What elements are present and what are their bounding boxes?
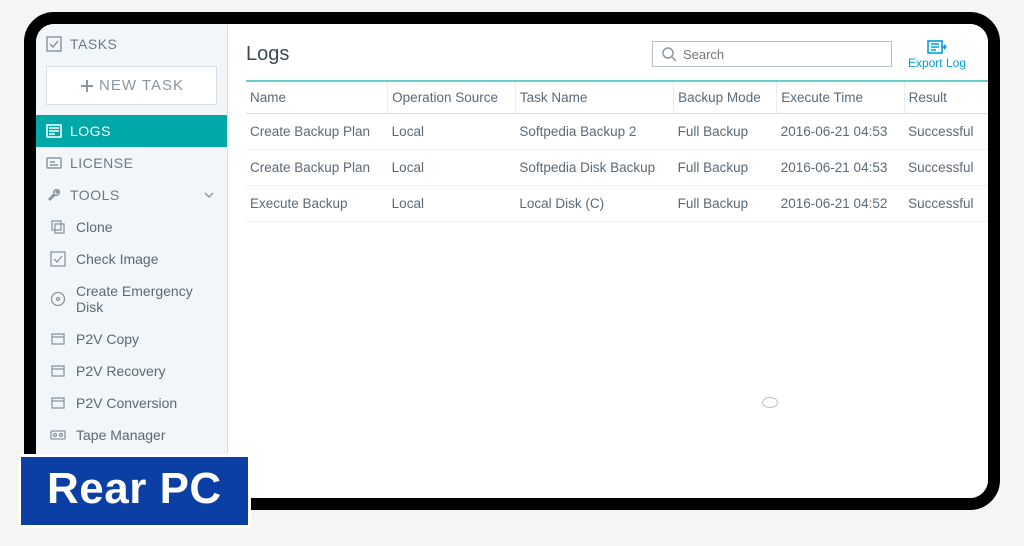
box-icon (50, 363, 66, 379)
check-icon (50, 251, 66, 267)
cell-task: Softpedia Disk Backup (515, 150, 673, 186)
list-icon (46, 123, 62, 139)
checklist-icon (46, 36, 62, 52)
new-task-label: NEW TASK (99, 77, 184, 94)
cell-time: 2016-06-21 04:53 (777, 150, 904, 186)
box-icon (50, 331, 66, 347)
sidebar-item-label: Clone (76, 219, 113, 235)
cell-time: 2016-06-21 04:53 (777, 114, 904, 150)
license-icon (46, 155, 62, 171)
column-header-execute-time[interactable]: Execute Time (777, 81, 904, 114)
device-frame: TASKS NEW TASK LOGS LICENSE (24, 12, 1000, 510)
sidebar-section-tools[interactable]: TOOLS (36, 179, 227, 211)
box-icon (50, 395, 66, 411)
tape-icon (50, 427, 66, 443)
clone-icon (50, 219, 66, 235)
sidebar-logs-label: LOGS (70, 123, 111, 139)
export-icon (927, 38, 947, 56)
search-icon (661, 46, 677, 62)
cell-task: Local Disk (C) (515, 186, 673, 222)
main-panel: Logs Export Log (228, 24, 988, 498)
sidebar-item-label: P2V Copy (76, 331, 139, 347)
sidebar-item-p2v-recovery[interactable]: P2V Recovery (36, 355, 227, 387)
cell-source: Local (388, 150, 516, 186)
cell-result: Successful (904, 186, 988, 222)
cell-mode: Full Backup (674, 150, 777, 186)
search-box[interactable] (652, 41, 892, 67)
cell-time: 2016-06-21 04:52 (777, 186, 904, 222)
cell-name: Create Backup Plan (246, 150, 388, 186)
table-row[interactable]: Create Backup Plan Local Softpedia Disk … (246, 150, 988, 186)
export-log-label: Export Log (908, 56, 966, 70)
sidebar-section-tasks[interactable]: TASKS (36, 28, 227, 60)
new-task-button[interactable]: NEW TASK (46, 66, 217, 105)
sidebar-item-label: Create Emergency Disk (76, 283, 213, 315)
sidebar-section-logs[interactable]: LOGS (36, 115, 227, 147)
sidebar-item-p2v-conversion[interactable]: P2V Conversion (36, 387, 227, 419)
search-input[interactable] (683, 47, 883, 62)
cell-source: Local (388, 186, 516, 222)
watermark-badge: Rear PC (18, 454, 251, 528)
sidebar-item-label: P2V Conversion (76, 395, 177, 411)
sidebar-item-clone[interactable]: Clone (36, 211, 227, 243)
sidebar-item-tape-manager[interactable]: Tape Manager (36, 419, 227, 451)
main-header: Logs Export Log (228, 24, 988, 80)
sidebar-item-create-emergency-disk[interactable]: Create Emergency Disk (36, 275, 227, 323)
sidebar-item-check-image[interactable]: Check Image (36, 243, 227, 275)
logs-table: Name Operation Source Task Name Backup M… (228, 80, 988, 222)
export-log-button[interactable]: Export Log (904, 38, 970, 70)
cell-name: Create Backup Plan (246, 114, 388, 150)
table-row[interactable]: Execute Backup Local Local Disk (C) Full… (246, 186, 988, 222)
page-title: Logs (246, 43, 289, 66)
cell-result: Successful (904, 150, 988, 186)
cell-source: Local (388, 114, 516, 150)
cell-result: Successful (904, 114, 988, 150)
sidebar-tools-label: TOOLS (70, 187, 120, 203)
plus-icon (79, 78, 95, 94)
sidebar-item-p2v-copy[interactable]: P2V Copy (36, 323, 227, 355)
tools-submenu: Clone Check Image Create Emergency Disk … (36, 211, 227, 451)
sidebar-item-label: Check Image (76, 251, 158, 267)
wrench-icon (46, 187, 62, 203)
column-header-name[interactable]: Name (246, 81, 388, 114)
loading-indicator (762, 397, 778, 408)
sidebar: TASKS NEW TASK LOGS LICENSE (36, 24, 228, 498)
sidebar-section-license[interactable]: LICENSE (36, 147, 227, 179)
disk-icon (50, 291, 66, 307)
sidebar-item-label: Tape Manager (76, 427, 166, 443)
sidebar-item-label: P2V Recovery (76, 363, 165, 379)
table-row[interactable]: Create Backup Plan Local Softpedia Backu… (246, 114, 988, 150)
sidebar-tasks-label: TASKS (70, 36, 117, 52)
cell-name: Execute Backup (246, 186, 388, 222)
column-header-task-name[interactable]: Task Name (515, 81, 673, 114)
column-header-operation-source[interactable]: Operation Source (388, 81, 516, 114)
cell-mode: Full Backup (674, 186, 777, 222)
table-header-row: Name Operation Source Task Name Backup M… (246, 81, 988, 114)
chevron-down-icon (201, 187, 217, 203)
column-header-backup-mode[interactable]: Backup Mode (674, 81, 777, 114)
sidebar-license-label: LICENSE (70, 155, 133, 171)
cell-mode: Full Backup (674, 114, 777, 150)
column-header-result[interactable]: Result (904, 81, 988, 114)
cell-task: Softpedia Backup 2 (515, 114, 673, 150)
